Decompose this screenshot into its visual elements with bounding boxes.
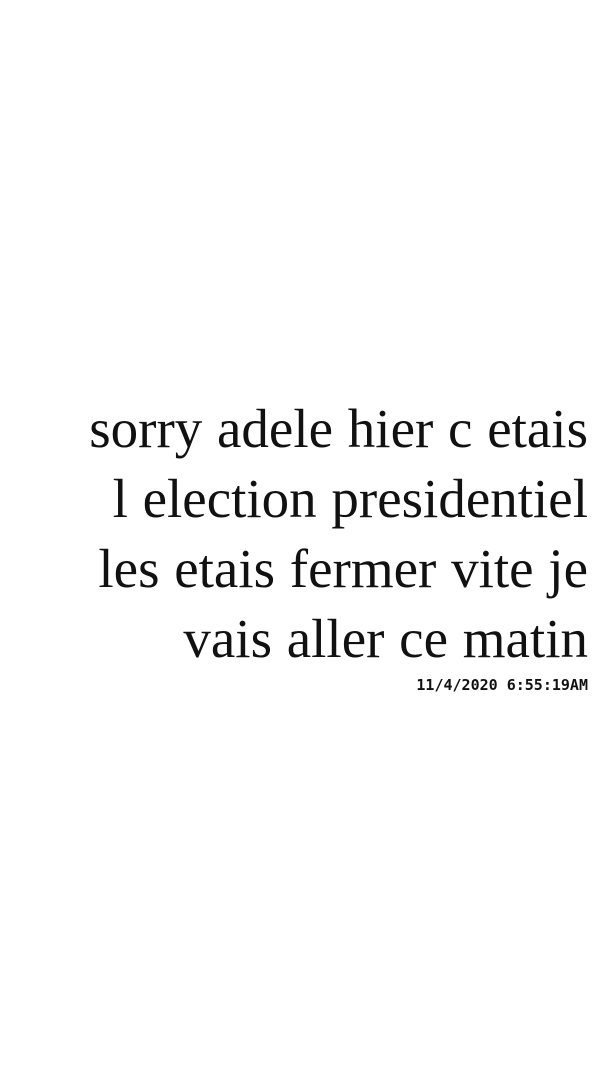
message-line-2: l election presidentiel [112,468,588,529]
message-line-4: vais aller ce matin [183,608,588,669]
message-timestamp: 11/4/2020 6:55:19AM [416,676,588,694]
message-line-1: sorry adele hier c etais [89,398,588,459]
message-line-3: les etais fermer vite je [98,538,588,599]
message-text: sorry adele hier c etais l election pres… [16,394,588,674]
message-block: sorry adele hier c etais l election pres… [16,394,588,695]
